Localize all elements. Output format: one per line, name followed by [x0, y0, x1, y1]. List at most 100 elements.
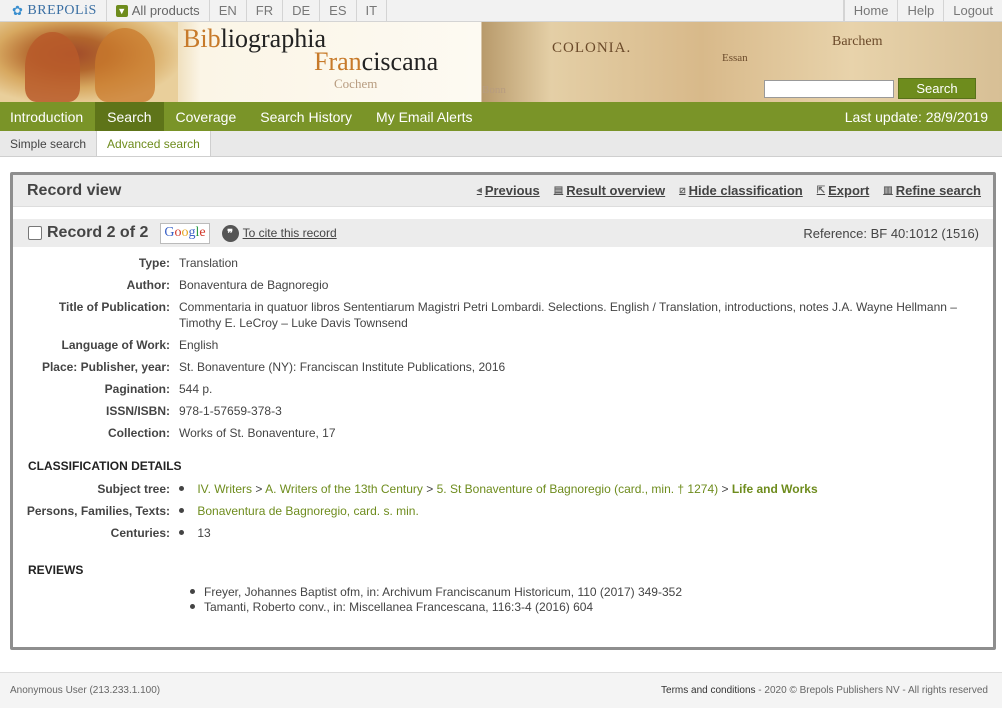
- centuries-text: 13: [197, 526, 211, 540]
- classification-heading: CLASSIFICATION DETAILS: [28, 459, 182, 473]
- collection-link[interactable]: Works of St. Bonaventure, 17: [179, 425, 969, 441]
- record-counter: Record 2 of 2: [47, 224, 149, 241]
- tab-simple-search[interactable]: Simple search: [0, 131, 98, 156]
- main-nav: Introduction Search Coverage Search Hist…: [0, 102, 1002, 131]
- map-word-bonn: Bonn: [482, 84, 506, 96]
- nav-search[interactable]: Search: [95, 102, 164, 131]
- help-link[interactable]: Help: [897, 0, 943, 22]
- field-label: Subject tree:: [97, 482, 170, 496]
- field-label: Place: Publisher, year:: [41, 360, 170, 374]
- crumb-separator: >: [721, 482, 729, 496]
- centuries-value: 13: [167, 525, 957, 541]
- refine-search-link[interactable]: ▥ Refine search: [883, 183, 981, 198]
- crumb-separator: >: [426, 482, 434, 496]
- bullet-icon: [190, 604, 195, 610]
- user-info: Anonymous User (213.233.1.100): [10, 685, 161, 696]
- lang-en[interactable]: EN: [210, 0, 247, 22]
- field-label: Collection:: [108, 426, 170, 440]
- record-select-checkbox[interactable]: [28, 226, 42, 240]
- record-fields: Type: Translation Author: Bonaventura de…: [13, 247, 993, 441]
- subject-crumb-2[interactable]: A. Writers of the 13th Century: [265, 482, 423, 496]
- reviews-list: Freyer, Johannes Baptist ofm, in: Archiv…: [13, 585, 993, 615]
- field-label: Persons, Families, Texts:: [26, 504, 170, 518]
- record-bar: Record 2 of 2 Google ❞ To cite this reco…: [13, 219, 993, 247]
- copyright-text: - 2020 © Brepols Publishers NV - All rig…: [755, 685, 988, 696]
- field-label: Pagination:: [104, 382, 170, 396]
- field-place: Place: Publisher, year: St. Bonaventure …: [13, 359, 993, 375]
- tab-advanced-search[interactable]: Advanced search: [97, 131, 211, 156]
- logout-link[interactable]: Logout: [943, 0, 1002, 22]
- quote-icon[interactable]: ❞: [221, 224, 239, 242]
- author-link[interactable]: Bonaventura de Bagnoregio: [179, 277, 969, 293]
- nav-email-alerts[interactable]: My Email Alerts: [364, 102, 484, 131]
- cite-record-link[interactable]: To cite this record: [243, 226, 337, 240]
- field-pagination: Pagination: 544 p.: [13, 381, 993, 397]
- result-overview-link[interactable]: ▤ Result overview: [554, 183, 665, 198]
- map-word-barchem: Barchem: [832, 34, 883, 49]
- banner-figure-left: [25, 32, 80, 102]
- reviews-heading: REVIEWS: [28, 563, 84, 577]
- google-search-button[interactable]: Google: [160, 222, 210, 244]
- pagination-value: 544 p.: [179, 382, 213, 396]
- search-subnav: Simple search Advanced search: [0, 131, 1002, 157]
- lang-es[interactable]: ES: [320, 0, 357, 22]
- type-link[interactable]: Translation: [179, 255, 969, 271]
- bullet-icon: [179, 508, 184, 514]
- language-link[interactable]: English: [179, 337, 969, 353]
- field-label: Type:: [138, 256, 170, 270]
- banner-figure-right: [95, 28, 155, 102]
- quick-search-input[interactable]: [764, 80, 894, 98]
- previous-link[interactable]: ◂ Previous: [477, 183, 540, 198]
- home-link[interactable]: Home: [843, 0, 898, 22]
- record-view-panel: Record view ◂ Previous ▤ Result overview ⧄…: [10, 172, 996, 650]
- field-persons: Persons, Families, Texts: Bonaventura de…: [13, 503, 993, 519]
- hide-icon: ⧄: [679, 185, 686, 196]
- bullet-icon: [190, 589, 195, 595]
- brepolis-logo-icon: ✿: [12, 2, 24, 18]
- arrow-left-icon: ◂: [476, 185, 482, 196]
- review-item: Tamanti, Roberto conv., in: Miscellanea …: [190, 600, 993, 615]
- page-footer: Anonymous User (213.233.1.100) Terms and…: [0, 672, 1002, 708]
- brepolis-logo[interactable]: ✿ BREPOLiS: [0, 0, 107, 22]
- persons-link[interactable]: Bonaventura de Bagnoregio, card. s. min.: [197, 504, 418, 518]
- top-bar-spacer: [387, 0, 844, 22]
- review-item: Freyer, Johannes Baptist ofm, in: Archiv…: [190, 585, 993, 600]
- nav-introduction[interactable]: Introduction: [0, 102, 95, 131]
- field-label: Centuries:: [110, 526, 170, 540]
- persons-value: Bonaventura de Bagnoregio, card. s. min.: [167, 503, 957, 519]
- record-view-header: Record view ◂ Previous ▤ Result overview ⧄…: [13, 175, 993, 207]
- list-icon: ▤: [553, 185, 564, 196]
- title-value: Commentaria in quatuor libros Sententiar…: [179, 300, 957, 330]
- brepolis-logo-text: BREPOLiS: [27, 2, 97, 18]
- subject-crumb-4[interactable]: Life and Works: [732, 482, 818, 496]
- top-bar-right-links: Home Help Logout: [843, 0, 1002, 22]
- dropdown-arrow-icon: ▼: [115, 4, 128, 17]
- bullet-icon: [179, 530, 184, 536]
- field-type: Type: Translation: [13, 255, 993, 271]
- nav-search-history[interactable]: Search History: [248, 102, 364, 131]
- lang-it[interactable]: IT: [357, 0, 388, 22]
- record-view-title: Record view: [27, 181, 122, 199]
- field-language: Language of Work: English: [13, 337, 993, 353]
- field-label: Language of Work:: [61, 338, 170, 352]
- hide-classification-link[interactable]: ⧄ Hide classification: [679, 183, 803, 198]
- lang-de[interactable]: DE: [283, 0, 321, 22]
- subject-crumb-3[interactable]: 5. St Bonaventure of Bagnoregio (card., …: [437, 482, 719, 496]
- site-title-line1[interactable]: Bibliographia: [183, 24, 326, 54]
- quick-search-button[interactable]: Search: [898, 78, 976, 99]
- bullet-icon: [179, 486, 184, 492]
- nav-coverage[interactable]: Coverage: [164, 102, 249, 131]
- export-link[interactable]: ⇱ Export: [817, 183, 870, 198]
- subject-crumb-1[interactable]: IV. Writers: [197, 482, 252, 496]
- all-products-label: All products: [131, 3, 200, 18]
- record-reference: Reference: BF 40:1012 (1516): [803, 225, 979, 241]
- field-subject-tree: Subject tree: IV. Writers > A. Writers o…: [13, 481, 993, 497]
- lang-fr[interactable]: FR: [247, 0, 284, 22]
- record-actions: ◂ Previous ▤ Result overview ⧄ Hide classif…: [477, 183, 993, 198]
- all-products-menu[interactable]: ▼ All products: [107, 0, 210, 22]
- field-label: ISSN/ISBN:: [105, 404, 170, 418]
- site-title-line2[interactable]: Franciscana: [314, 47, 438, 77]
- terms-link[interactable]: Terms and conditions: [661, 685, 756, 696]
- place-value: St. Bonaventure (NY): Franciscan Institu…: [179, 360, 506, 374]
- field-title: Title of Publication: Commentaria in qua…: [13, 299, 993, 331]
